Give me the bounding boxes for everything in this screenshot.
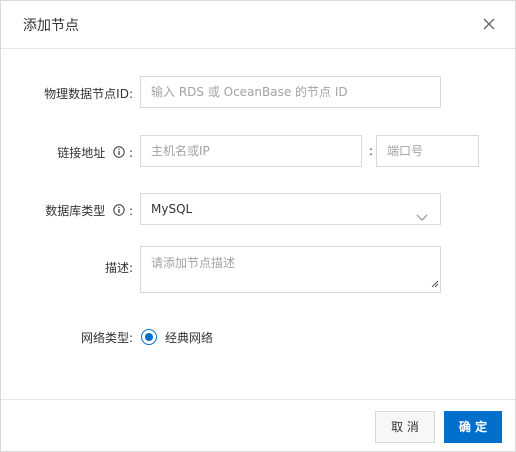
add-node-dialog: 添加节点 物理数据节点ID: 输入 RDS 或 OceanBase 的节点 ID… — [0, 0, 516, 452]
description-textarea[interactable]: 请添加节点描述 — [140, 246, 441, 293]
host-input[interactable]: 主机名或IP — [140, 135, 362, 167]
db-type-selected-value: MySQL — [151, 202, 193, 216]
link-address-label-text: 链接地址 — [57, 146, 106, 160]
db-type-select[interactable]: MySQL — [140, 193, 441, 225]
description-label: 描述: — [104, 261, 133, 275]
db-type-label: 数据库类型 : — [45, 202, 133, 219]
description-placeholder: 请添加节点描述 — [151, 256, 236, 270]
db-type-label-text: 数据库类型 — [45, 204, 106, 218]
link-address-label: 链接地址 : — [57, 144, 133, 161]
confirm-button[interactable]: 确 定 — [444, 411, 502, 443]
resize-handle-icon[interactable] — [431, 277, 439, 291]
classic-network-label[interactable]: 经典网络 — [165, 329, 213, 346]
info-icon[interactable] — [113, 146, 125, 161]
chevron-down-icon — [416, 204, 428, 224]
link-address-label-colon: : — [128, 146, 133, 160]
classic-network-radio[interactable] — [141, 329, 157, 345]
node-id-input[interactable]: 输入 RDS 或 OceanBase 的节点 ID — [140, 76, 441, 108]
port-placeholder: 端口号 — [387, 144, 424, 158]
db-type-label-colon: : — [128, 204, 133, 218]
close-icon[interactable] — [481, 14, 497, 34]
host-port-separator: : — [369, 144, 374, 158]
host-placeholder: 主机名或IP — [151, 144, 210, 158]
info-icon[interactable] — [113, 204, 125, 219]
dialog-title: 添加节点 — [23, 18, 79, 34]
cancel-button[interactable]: 取 消 — [375, 411, 435, 443]
dialog-footer: 取 消 确 定 — [1, 399, 515, 451]
network-type-label: 网络类型: — [80, 331, 133, 345]
node-id-label: 物理数据节点ID: — [44, 87, 133, 101]
dialog-header: 添加节点 — [1, 1, 515, 49]
node-id-placeholder: 输入 RDS 或 OceanBase 的节点 ID — [151, 85, 348, 99]
port-input[interactable]: 端口号 — [376, 135, 479, 167]
